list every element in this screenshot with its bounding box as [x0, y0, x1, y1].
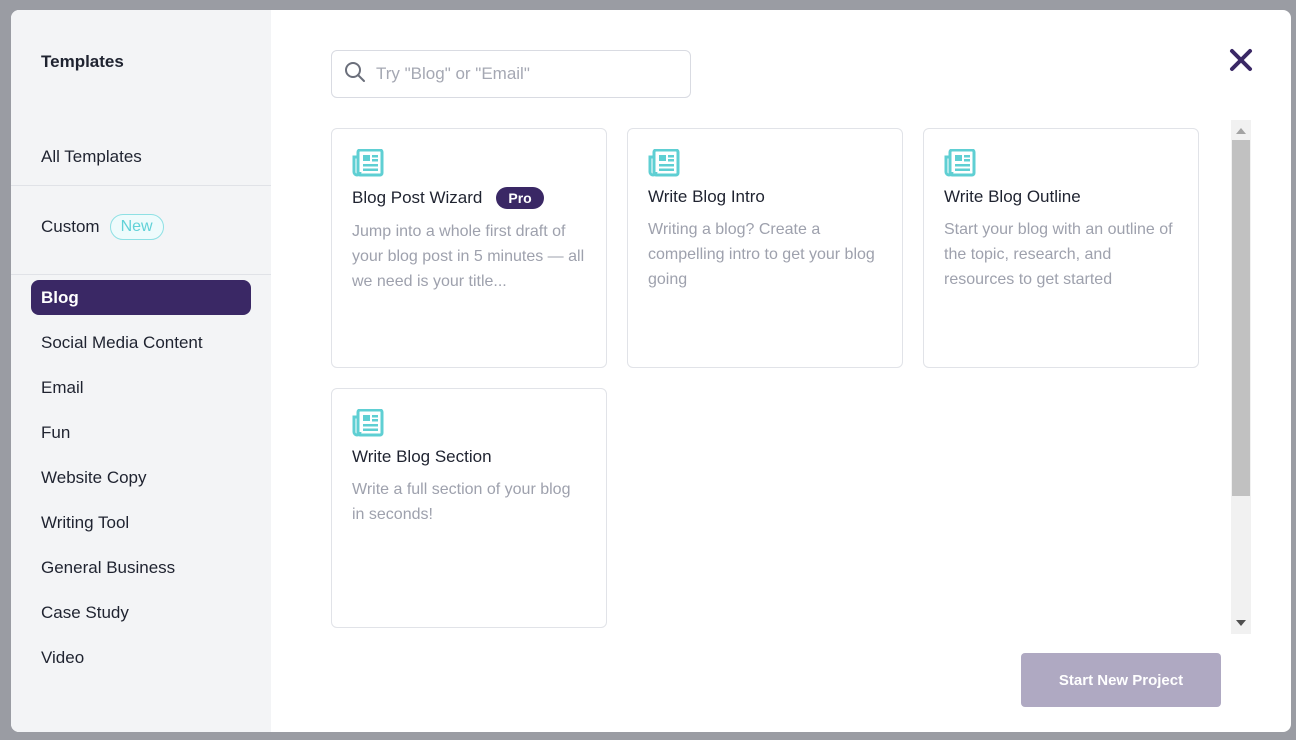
sidebar-item-writing-tool[interactable]: Writing Tool — [31, 505, 251, 540]
close-icon[interactable] — [1227, 46, 1255, 74]
template-content: Blog Post Wizard Pro Jump into a whole f… — [271, 10, 1291, 732]
divider — [11, 185, 271, 186]
sidebar-item-general-business[interactable]: General Business — [31, 550, 251, 585]
sidebar-item-email[interactable]: Email — [31, 370, 251, 405]
template-modal: Templates All Templates Custom New Blog … — [11, 10, 1291, 732]
sidebar-item-blog[interactable]: Blog — [31, 280, 251, 315]
sidebar-item-custom[interactable]: Custom New — [41, 214, 164, 240]
template-card-write-blog-intro[interactable]: Write Blog Intro Writing a blog? Create … — [627, 128, 903, 368]
sidebar-item-case-study[interactable]: Case Study — [31, 595, 251, 630]
card-title: Write Blog Outline — [944, 187, 1081, 206]
sidebar-item-label: Custom — [41, 217, 100, 236]
card-description: Writing a blog? Create a compelling intr… — [648, 221, 875, 288]
template-card-write-blog-section[interactable]: Write Blog Section Write a full section … — [331, 388, 607, 628]
divider — [11, 274, 271, 275]
newspaper-icon — [648, 149, 680, 177]
category-list: Blog Social Media Content Email Fun Webs… — [31, 280, 251, 685]
newspaper-icon — [352, 149, 384, 177]
search-box[interactable] — [331, 50, 691, 98]
scroll-up-icon[interactable] — [1236, 128, 1246, 134]
sidebar-item-social-media-content[interactable]: Social Media Content — [31, 325, 251, 360]
sidebar-item-all-templates[interactable]: All Templates — [41, 147, 142, 167]
template-grid: Blog Post Wizard Pro Jump into a whole f… — [331, 128, 1201, 634]
template-card-blog-post-wizard[interactable]: Blog Post Wizard Pro Jump into a whole f… — [331, 128, 607, 368]
sidebar-item-fun[interactable]: Fun — [31, 415, 251, 450]
scrollbar[interactable] — [1231, 120, 1251, 634]
card-description: Jump into a whole first draft of your bl… — [352, 223, 585, 290]
card-description: Start your blog with an outline of the t… — [944, 221, 1173, 288]
sidebar-item-website-copy[interactable]: Website Copy — [31, 460, 251, 495]
sidebar: Templates All Templates Custom New Blog … — [11, 10, 271, 732]
card-title: Blog Post Wizard — [352, 188, 483, 207]
pro-badge: Pro — [496, 187, 544, 209]
newspaper-icon — [352, 409, 384, 437]
sidebar-title: Templates — [41, 52, 124, 71]
start-new-project-button[interactable]: Start New Project — [1021, 653, 1221, 707]
card-title: Write Blog Section — [352, 447, 492, 466]
card-title: Write Blog Intro — [648, 187, 765, 206]
template-card-write-blog-outline[interactable]: Write Blog Outline Start your blog with … — [923, 128, 1199, 368]
search-input[interactable] — [376, 64, 666, 84]
newspaper-icon — [944, 149, 976, 177]
new-badge: New — [109, 214, 164, 240]
search-icon — [344, 61, 366, 88]
card-description: Write a full section of your blog in sec… — [352, 481, 571, 523]
scroll-down-icon[interactable] — [1236, 620, 1246, 626]
sidebar-item-video[interactable]: Video — [31, 640, 251, 675]
scroll-thumb[interactable] — [1232, 140, 1250, 496]
